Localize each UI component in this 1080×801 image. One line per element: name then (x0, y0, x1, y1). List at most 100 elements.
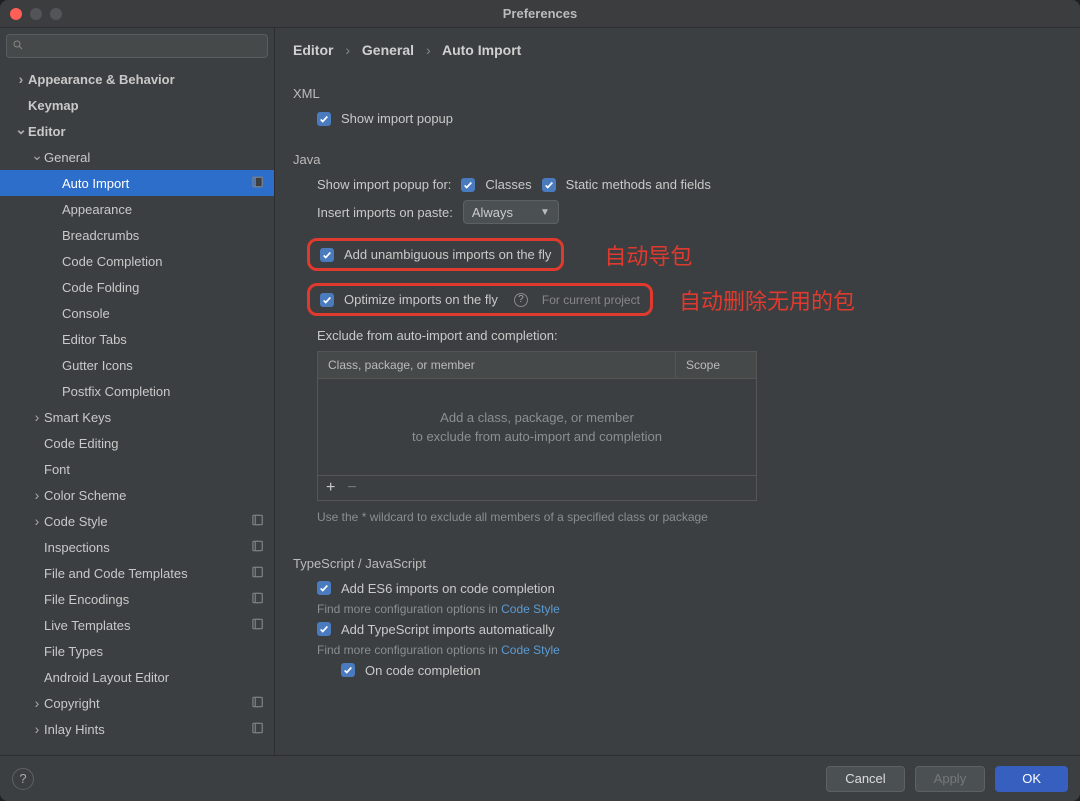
project-scope-icon (250, 175, 264, 192)
code-style-link[interactable]: Code Style (501, 602, 560, 616)
footer: ? Cancel Apply OK (0, 755, 1080, 801)
tree-item[interactable]: File Encodings (0, 586, 274, 612)
label: Exclude from auto-import and completion: (317, 328, 558, 343)
tree-item[interactable]: Android Layout Editor (0, 664, 274, 690)
tree-item-label: Code Completion (62, 254, 162, 269)
body: ›Appearance & BehaviorKeymap⌄Editor⌄Gene… (0, 28, 1080, 755)
tree-item[interactable]: ⌄General (0, 144, 274, 170)
exclude-table: Class, package, or member Scope Add a cl… (317, 351, 757, 501)
project-scope-icon (250, 695, 264, 712)
chevron-right-icon: › (30, 696, 44, 710)
chevron-right-icon: › (418, 42, 439, 58)
checkbox-add-unambiguous[interactable] (320, 248, 334, 262)
ok-button[interactable]: OK (995, 766, 1068, 792)
select-value: Always (472, 205, 513, 220)
breadcrumb-item[interactable]: Editor (293, 42, 333, 58)
tree-item-label: File Encodings (44, 592, 129, 607)
tree-item[interactable]: Font (0, 456, 274, 482)
tree-item[interactable]: Code Completion (0, 248, 274, 274)
tree-item[interactable]: File and Code Templates (0, 560, 274, 586)
search-input[interactable] (6, 34, 268, 58)
exclude-empty[interactable]: Add a class, package, or member to exclu… (318, 379, 756, 475)
tree-item-label: Breadcrumbs (62, 228, 139, 243)
hint-text: Find more configuration options in (317, 643, 501, 657)
insert-on-paste-row: Insert imports on paste: Always ▼ (317, 200, 1062, 224)
preferences-window: Preferences ›Appearance & BehaviorKeymap… (0, 0, 1080, 801)
checkbox-ts-auto[interactable] (317, 622, 331, 636)
checkbox-optimize[interactable] (320, 293, 334, 307)
empty-line: to exclude from auto-import and completi… (412, 427, 662, 447)
tree-item[interactable]: Keymap (0, 92, 274, 118)
tree-item-label: File and Code Templates (44, 566, 188, 581)
ts-auto-row[interactable]: Add TypeScript imports automatically (317, 622, 1062, 637)
tree-item[interactable]: Code Editing (0, 430, 274, 456)
column-class[interactable]: Class, package, or member (318, 352, 676, 378)
tree-item[interactable]: Gutter Icons (0, 352, 274, 378)
chevron-right-icon: › (30, 514, 44, 528)
tree-item-label: Console (62, 306, 110, 321)
tree-item[interactable]: Console (0, 300, 274, 326)
checkbox-es6[interactable] (317, 581, 331, 595)
tree-item-label: Auto Import (62, 176, 129, 191)
xml-show-popup-row[interactable]: Show import popup (317, 111, 1062, 126)
tree-item-label: Inlay Hints (44, 722, 105, 737)
es6-row[interactable]: Add ES6 imports on code completion (317, 581, 1062, 596)
tree-item-label: Color Scheme (44, 488, 126, 503)
settings-tree[interactable]: ›Appearance & BehaviorKeymap⌄Editor⌄Gene… (0, 64, 274, 755)
exclude-toolbar: + − (318, 475, 756, 500)
chevron-right-icon: › (14, 72, 28, 86)
exclude-title-row: Exclude from auto-import and completion: (317, 328, 1062, 343)
sidebar: ›Appearance & BehaviorKeymap⌄Editor⌄Gene… (0, 28, 275, 755)
checkbox-xml-show-popup[interactable] (317, 112, 331, 126)
tree-item[interactable]: ›Smart Keys (0, 404, 274, 430)
apply-button: Apply (915, 766, 986, 792)
annotation-auto-import: 自动导包 (604, 239, 692, 271)
on-completion-row[interactable]: On code completion (341, 663, 1062, 678)
checkbox-label: On code completion (365, 663, 481, 678)
tree-item[interactable]: Postfix Completion (0, 378, 274, 404)
cancel-button[interactable]: Cancel (826, 766, 904, 792)
tree-item[interactable]: ›Inlay Hints (0, 716, 274, 742)
optimize-row: Optimize imports on the fly ? For curren… (307, 283, 1062, 316)
chevron-down-icon: ⌄ (14, 122, 28, 136)
checkbox-classes[interactable] (461, 178, 475, 192)
chevron-down-icon: ▼ (540, 207, 550, 218)
code-style-link[interactable]: Code Style (501, 643, 560, 657)
help-icon[interactable]: ? (514, 293, 528, 307)
tree-item[interactable]: Auto Import (0, 170, 274, 196)
exclude-header: Class, package, or member Scope (318, 352, 756, 379)
chevron-right-icon: › (337, 42, 358, 58)
tree-item[interactable]: File Types (0, 638, 274, 664)
breadcrumb-item[interactable]: General (362, 42, 414, 58)
tree-item[interactable]: Live Templates (0, 612, 274, 638)
checkbox-on-completion[interactable] (341, 663, 355, 677)
checkbox-label: Show import popup (341, 111, 453, 126)
add-button[interactable]: + (326, 480, 335, 496)
tree-item-label: Font (44, 462, 70, 477)
insert-on-paste-select[interactable]: Always ▼ (463, 200, 559, 224)
tree-item[interactable]: Inspections (0, 534, 274, 560)
chevron-right-icon: › (30, 488, 44, 502)
tree-item[interactable]: Code Folding (0, 274, 274, 300)
checkbox-label: Add TypeScript imports automatically (341, 622, 555, 637)
highlight-box: Optimize imports on the fly ? For curren… (307, 283, 653, 316)
tree-item-label: Smart Keys (44, 410, 111, 425)
tree-item[interactable]: Breadcrumbs (0, 222, 274, 248)
tree-item-label: Code Folding (62, 280, 139, 295)
tree-item[interactable]: ⌄Editor (0, 118, 274, 144)
tree-item[interactable]: Appearance (0, 196, 274, 222)
tree-item[interactable]: ›Code Style (0, 508, 274, 534)
checkbox-label: Static methods and fields (566, 177, 711, 192)
tree-item[interactable]: ›Copyright (0, 690, 274, 716)
content: Editor › General › Auto Import XML Show … (275, 28, 1080, 755)
tree-item-label: Editor (28, 124, 66, 139)
tree-item-label: General (44, 150, 90, 165)
checkbox-static[interactable] (542, 178, 556, 192)
project-scope-icon (250, 513, 264, 530)
help-button[interactable]: ? (12, 768, 34, 790)
tree-item[interactable]: Editor Tabs (0, 326, 274, 352)
column-scope[interactable]: Scope (676, 352, 756, 378)
label: Show import popup for: (317, 177, 451, 192)
tree-item[interactable]: ›Appearance & Behavior (0, 66, 274, 92)
tree-item[interactable]: ›Color Scheme (0, 482, 274, 508)
